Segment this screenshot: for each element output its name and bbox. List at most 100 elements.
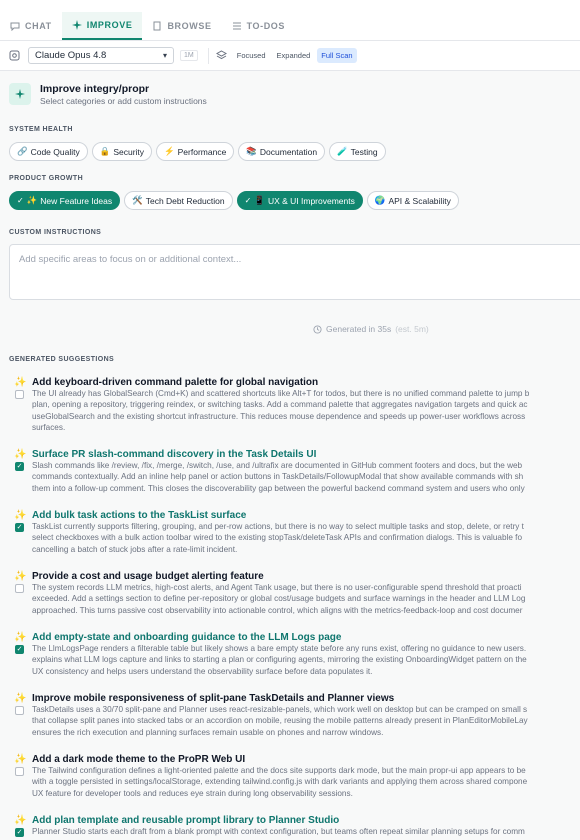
chat-icon bbox=[10, 22, 20, 31]
suggestion-description-line: Slash commands like /review, /fix, /merg… bbox=[32, 461, 523, 470]
suggestion-icons: ✨ bbox=[14, 571, 26, 593]
chip-documentation[interactable]: 📚 Documentation bbox=[238, 142, 326, 161]
clock-icon bbox=[313, 324, 322, 334]
suggestion-item[interactable]: ✨ ✓ Add empty-state and onboarding guidanc… bbox=[14, 632, 580, 677]
suggestion-description-line: them into a follow-up comment. This clos… bbox=[32, 483, 525, 493]
page-title: Improve integry/propr bbox=[40, 83, 150, 95]
suggestion-item[interactable]: ✨ Add a dark mode theme to the ProPR Web … bbox=[14, 754, 580, 799]
sparkles-icon: ✨ bbox=[14, 815, 27, 826]
custom-instructions-label: CUSTOM INSTRUCTIONS bbox=[9, 229, 102, 236]
suggestion-description-line: UX feature for developer tools and reduc… bbox=[32, 788, 353, 798]
globe-icon: 🌍 bbox=[374, 195, 386, 205]
suggestion-icons: ✨ ✓ bbox=[14, 632, 26, 654]
tab-todos[interactable]: TO-DOS bbox=[222, 12, 295, 40]
tab-browse[interactable]: BROWSE bbox=[142, 12, 221, 40]
chip-ux-ui-improvements[interactable]: ✓ 📱 UX & UI Improvements bbox=[236, 191, 363, 210]
lock-icon: 🔒 bbox=[99, 146, 111, 156]
chip-testing[interactable]: 🧪 Testing bbox=[329, 142, 386, 161]
suggestion-item[interactable]: ✨ Add keyboard-driven command palette for… bbox=[14, 377, 580, 434]
chip-security[interactable]: 🔒 Security bbox=[91, 142, 153, 161]
suggestion-title: Surface PR slash-command discovery in th… bbox=[32, 449, 317, 460]
product-growth-label: PRODUCT GROWTH bbox=[9, 175, 84, 182]
suggestion-title: Add empty-state and onboarding guidance … bbox=[32, 632, 342, 643]
suggestion-item[interactable]: ✨ Provide a cost and usage budget alertin… bbox=[14, 571, 580, 616]
tab-chat[interactable]: CHAT bbox=[0, 12, 62, 40]
generation-time-text: Generated in 35s bbox=[326, 324, 392, 334]
suggestion-checkbox[interactable] bbox=[15, 706, 24, 715]
page-subtitle: Select categories or add custom instruct… bbox=[40, 96, 207, 106]
chip-label: Tech Debt Reduction bbox=[145, 195, 225, 206]
sparkles-icon: ✨ bbox=[14, 449, 27, 460]
suggestion-description-line: UX consistency and helps users understan… bbox=[32, 666, 373, 676]
suggestion-description-line: ensures the rich execution and planning … bbox=[32, 727, 384, 737]
lightning-icon: ⚡ bbox=[164, 146, 175, 156]
scan-mode-full-scan[interactable]: Full Scan bbox=[317, 48, 357, 63]
suggestion-description-line: TaskList currently supports filtering, g… bbox=[32, 522, 524, 531]
suggestion-description-line: cancelling a batch of stuck jobs after a… bbox=[32, 544, 238, 554]
suggestion-icons: ✨ bbox=[14, 693, 26, 715]
chip-tech-debt-reduction[interactable]: 🛠️ Tech Debt Reduction bbox=[124, 191, 233, 210]
suggestion-description-line: Planner Studio starts each draft from a … bbox=[32, 827, 525, 836]
chip-api-scalability[interactable]: 🌍 API & Scalability bbox=[366, 191, 459, 210]
tools-icon: 🛠️ bbox=[132, 195, 143, 205]
suggestion-item[interactable]: ✨ ✓ Surface PR slash-command discovery in … bbox=[14, 449, 580, 494]
sparkles-icon: ✨ bbox=[14, 754, 27, 765]
chip-new-feature-ideas[interactable]: ✓ ✨ New Feature Ideas bbox=[9, 191, 121, 210]
check-icon: ✓ bbox=[17, 196, 24, 205]
settings-icon[interactable] bbox=[9, 50, 20, 61]
tab-improve[interactable]: IMPROVE bbox=[61, 12, 143, 40]
chip-label: Documentation bbox=[259, 146, 318, 157]
suggestion-description-line: plan, opening a repository, triggering r… bbox=[32, 400, 528, 410]
suggestion-description-line: TaskDetails uses a 30/70 split-pane and … bbox=[32, 705, 528, 714]
document-icon bbox=[153, 21, 161, 31]
suggestion-description-line: The system records LLM metrics, high-cos… bbox=[32, 583, 522, 592]
chip-label: Testing bbox=[350, 146, 378, 157]
context-size-badge: 1M bbox=[180, 50, 198, 61]
chip-label: Security bbox=[113, 146, 145, 157]
suggestion-checkbox[interactable] bbox=[15, 390, 24, 399]
suggestions-label: GENERATED SUGGESTIONS bbox=[9, 356, 115, 363]
suggestion-description-line: The UI already has GlobalSearch (Cmd+K) … bbox=[32, 389, 530, 398]
suggestion-item[interactable]: ✨ ✓ Add bulk task actions to the TaskList … bbox=[14, 510, 580, 555]
custom-instructions-textarea[interactable]: Add specific areas to focus on or additi… bbox=[9, 244, 580, 300]
suggestion-description-line: with a toggle persisted in settings/loca… bbox=[32, 777, 528, 787]
model-select[interactable]: Claude Opus 4.8 ▾ bbox=[28, 47, 174, 64]
suggestion-title: Add a dark mode theme to the ProPR Web U… bbox=[32, 754, 246, 765]
suggestion-checkbox[interactable]: ✓ bbox=[15, 828, 24, 837]
scan-mode-group: Focused Expanded Full Scan bbox=[233, 48, 357, 63]
custom-instructions-placeholder: Add specific areas to focus on or additi… bbox=[19, 254, 242, 265]
tab-chat-label: CHAT bbox=[25, 21, 52, 31]
suggestion-description-line: commands contextually. Add an inline hel… bbox=[32, 472, 524, 482]
suggestion-description-line: The Tailwind configuration defines a lig… bbox=[32, 766, 526, 775]
suggestion-icons: ✨ ✓ bbox=[14, 449, 26, 471]
chip-code-quality[interactable]: 🔗 Code Quality bbox=[9, 142, 88, 161]
model-select-value: Claude Opus 4.8 bbox=[35, 50, 107, 61]
suggestion-item[interactable]: ✨ ✓ Add plan template and reusable prompt … bbox=[14, 815, 580, 837]
suggestion-checkbox[interactable]: ✓ bbox=[15, 645, 24, 654]
tab-improve-label: IMPROVE bbox=[86, 20, 133, 30]
chip-label: Code Quality bbox=[30, 146, 80, 157]
sparkles-icon: ✨ bbox=[14, 510, 27, 521]
chip-label: Performance bbox=[177, 146, 227, 157]
phone-icon: 📱 bbox=[254, 195, 265, 205]
suggestion-checkbox[interactable]: ✓ bbox=[15, 462, 24, 471]
link-icon: 🔗 bbox=[17, 146, 28, 156]
chevron-down-icon: ▾ bbox=[162, 51, 167, 60]
generation-estimate: (est. 5m) bbox=[395, 324, 429, 334]
chip-label: UX & UI Improvements bbox=[267, 195, 355, 206]
suggestion-item[interactable]: ✨ Improve mobile responsiveness of split-… bbox=[14, 693, 580, 738]
suggestion-checkbox[interactable] bbox=[15, 584, 24, 593]
scan-mode-expanded[interactable]: Expanded bbox=[273, 48, 315, 63]
suggestion-checkbox[interactable]: ✓ bbox=[15, 523, 24, 532]
chip-performance[interactable]: ⚡ Performance bbox=[156, 142, 235, 161]
system-health-chips: 🔗 Code Quality 🔒 Security ⚡ Performance 📚 Do… bbox=[9, 142, 386, 161]
scan-mode-focused[interactable]: Focused bbox=[233, 48, 270, 63]
system-health-label: SYSTEM HEALTH bbox=[9, 126, 73, 133]
suggestion-title: Improve mobile responsiveness of split-p… bbox=[32, 693, 395, 704]
suggestion-checkbox[interactable] bbox=[15, 767, 24, 776]
tab-bar: CHAT IMPROVE BROWSE TO-DOS bbox=[0, 12, 580, 41]
page-header: Improve integry/propr Select categories … bbox=[9, 83, 207, 106]
suggestion-title: Add keyboard-driven command palette for … bbox=[32, 377, 319, 388]
suggestion-description-line: useGlobalSearch and the existing shortcu… bbox=[32, 411, 526, 421]
suggestion-description-line: select checkboxes with a bulk action too… bbox=[32, 533, 522, 543]
